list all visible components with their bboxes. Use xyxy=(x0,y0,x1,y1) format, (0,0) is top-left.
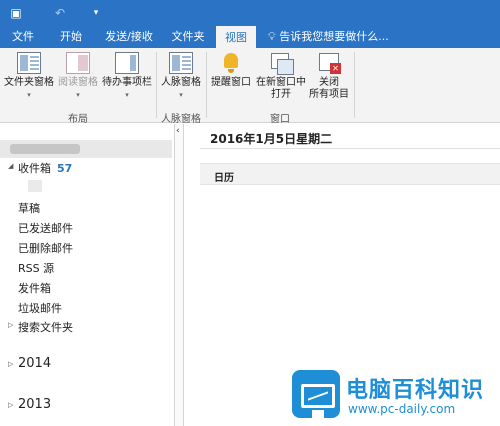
close-all-label-2: 所有项目 xyxy=(309,89,349,100)
divider xyxy=(200,148,500,149)
people-group-label: 人脉窗格 xyxy=(161,114,201,125)
folder-pane-button[interactable]: 文件夹窗格 ▾ xyxy=(2,52,56,101)
lightbulb-icon: 💡︎ xyxy=(268,30,276,43)
chevron-left-icon: ‹ xyxy=(176,126,180,136)
todo-bar-label: 待办事项栏 xyxy=(102,77,152,88)
calendar-header-label: 日历 xyxy=(214,173,234,184)
group-divider xyxy=(206,52,207,118)
tell-me-box[interactable]: 💡︎ 告诉我您想要做什么... xyxy=(268,26,389,48)
layout-group-label: 布局 xyxy=(68,114,88,125)
reminder-window-label: 提醒窗口 xyxy=(211,77,251,88)
date-title: 2016年1月5日星期二 xyxy=(210,132,333,146)
watermark: 电脑百科知识 www.pc-daily.com xyxy=(290,362,500,426)
tab-home[interactable]: 开始 xyxy=(54,26,88,48)
redacted-subfolder xyxy=(28,180,42,192)
calendar-section-header[interactable]: 日历 xyxy=(200,163,500,185)
tab-file[interactable]: 文件 xyxy=(6,26,40,48)
expand-triangle-icon[interactable]: ◢ xyxy=(8,162,13,170)
ribbon-tabs: 文件 开始 发送/接收 文件夹 视图 💡︎ 告诉我您想要做什么... xyxy=(0,26,500,48)
dropdown-caret-icon: ▾ xyxy=(179,91,183,99)
open-new-window-label-1: 在新窗口中 xyxy=(256,77,306,88)
folder-pane-icon xyxy=(17,52,41,74)
people-pane-button[interactable]: 人脉窗格 ▾ xyxy=(158,52,204,101)
todo-bar-icon xyxy=(115,52,139,74)
tab-folder[interactable]: 文件夹 xyxy=(166,26,210,48)
people-pane-label: 人脉窗格 xyxy=(161,77,201,88)
window-group-label: 窗口 xyxy=(270,114,290,125)
group-divider xyxy=(156,52,157,118)
watermark-title: 电脑百科知识 xyxy=(346,378,485,403)
group-divider xyxy=(354,52,355,118)
account-header[interactable] xyxy=(0,140,172,158)
outlook-app-icon[interactable]: ▣ xyxy=(8,5,24,21)
tell-me-text: 告诉我您想要做什么... xyxy=(279,30,389,43)
close-all-icon xyxy=(317,52,341,74)
title-bar: ▣ ↶ ▾ xyxy=(0,0,500,26)
close-all-label-1: 关闭 xyxy=(319,77,339,88)
tab-view[interactable]: 视图 xyxy=(216,26,256,48)
folder-junk[interactable]: 垃圾邮件 xyxy=(18,300,62,316)
expand-triangle-icon[interactable]: ▷ xyxy=(8,360,13,368)
reading-pane-button[interactable]: 阅读窗格 ▾ xyxy=(56,52,100,101)
reminder-window-button[interactable]: 提醒窗口 xyxy=(208,52,254,89)
account-name-redacted xyxy=(10,144,80,154)
reading-pane-icon xyxy=(66,52,90,74)
new-window-icon xyxy=(269,52,294,75)
open-new-window-label-2: 打开 xyxy=(271,89,291,100)
expand-triangle-icon[interactable]: ▷ xyxy=(8,321,13,329)
dropdown-caret-icon: ▾ xyxy=(27,91,31,99)
inbox-label: 收件箱 xyxy=(18,162,51,175)
dropdown-caret-icon: ▾ xyxy=(125,91,129,99)
reading-pane-label: 阅读窗格 xyxy=(58,77,98,88)
folder-deleted[interactable]: 已删除邮件 xyxy=(18,240,73,256)
dropdown-caret-icon: ▾ xyxy=(76,91,80,99)
tab-send-receive[interactable]: 发送/接收 xyxy=(100,26,158,48)
customize-qat-icon[interactable]: ▾ xyxy=(88,5,104,21)
people-pane-icon xyxy=(169,52,193,74)
archive-2013[interactable]: 2013 xyxy=(18,397,51,412)
watermark-url: www.pc-daily.com xyxy=(348,402,456,416)
folder-rss[interactable]: RSS 源 xyxy=(18,260,54,276)
folder-drafts[interactable]: 草稿 xyxy=(18,200,40,216)
monitor-logo-icon xyxy=(292,370,340,418)
folder-pane-label: 文件夹窗格 xyxy=(4,77,54,88)
todo-bar-button[interactable]: 待办事项栏 ▾ xyxy=(100,52,154,101)
bell-icon xyxy=(219,52,243,74)
ribbon: 文件夹窗格 ▾ 阅读窗格 ▾ 待办事项栏 ▾ 布局 人脉窗格 ▾ 人脉窗格 提醒窗口 在… xyxy=(0,48,500,125)
undo-icon[interactable]: ↶ xyxy=(52,5,68,21)
expand-triangle-icon[interactable]: ▷ xyxy=(8,401,13,409)
open-in-new-window-button[interactable]: 在新窗口中 打开 xyxy=(254,52,308,101)
folder-search[interactable]: 搜索文件夹 xyxy=(18,319,73,335)
unread-count-badge: 57 xyxy=(57,162,73,175)
close-all-items-button[interactable]: 关闭 所有项目 xyxy=(306,52,352,101)
collapse-folder-pane-button[interactable]: ‹ xyxy=(174,124,184,426)
folder-inbox[interactable]: 收件箱 57 xyxy=(18,160,72,176)
folder-sent[interactable]: 已发送邮件 xyxy=(18,220,73,236)
archive-2014[interactable]: 2014 xyxy=(18,356,51,371)
folder-outbox[interactable]: 发件箱 xyxy=(18,280,51,296)
